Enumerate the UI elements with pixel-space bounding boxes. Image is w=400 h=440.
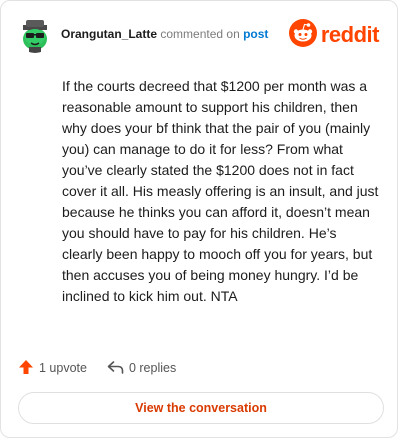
comment-embed-card: Orangutan_Latte commented on post reddit [0,0,398,438]
comment-body: If the courts decreed that $1200 per mon… [62,78,379,304]
reddit-logo[interactable]: reddit [288,18,380,52]
view-conversation-button[interactable]: View the conversation [18,392,384,424]
upvote-action[interactable]: 1 upvote [18,359,87,378]
reddit-wordmark: reddit [320,22,380,47]
post-link[interactable]: post [243,27,268,41]
username-link[interactable]: Orangutan_Latte [61,27,157,41]
user-avatar-icon[interactable] [17,17,53,53]
upvote-count: 1 upvote [39,361,87,375]
replies-count: 0 replies [128,361,177,375]
comment-header: Orangutan_Latte commented on post reddit [17,17,381,53]
comment-meta: Orangutan_Latte commented on post [61,26,268,42]
replies-action[interactable]: 0 replies [107,359,176,378]
reddit-logo-icon [288,18,317,52]
upvote-arrow-icon [18,359,39,378]
comment-actions: 1 upvote 0 replies [18,358,196,378]
reply-arrow-icon [107,359,129,378]
commented-on-text: commented on [160,27,240,41]
